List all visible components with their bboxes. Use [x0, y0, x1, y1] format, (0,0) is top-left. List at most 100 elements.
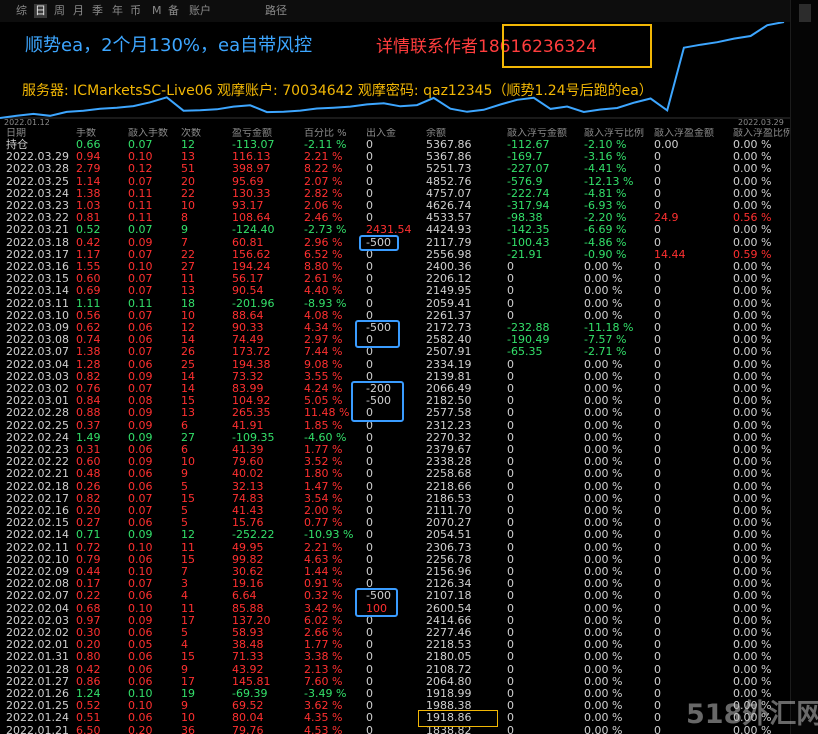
table-row[interactable]: 2022.02.23 0.31 0.06 6 41.39 1.77 % 0 2379.67 0 0… [0, 444, 790, 456]
table-row[interactable]: 2022.02.01 0.20 0.05 4 38.48 1.77 % 0 2218.53 0 0… [0, 639, 790, 651]
cell-8: 0.00 % [584, 565, 623, 578]
cell-3: 398.97 [232, 162, 271, 176]
cell-6: 4626.74 [426, 199, 472, 212]
cell-9: 0 [654, 552, 661, 566]
cell-10: 0.00 % [733, 491, 772, 505]
cell-5: 0 [366, 186, 373, 200]
table-row[interactable]: 2022.03.24 1.38 0.11 22 130.33 2.82 % 0 4757.07… [0, 186, 790, 200]
table-row[interactable]: 2022.03.14 0.69 0.07 13 90.54 4.40 % 0 2149.95 0… [0, 285, 790, 297]
tab-2[interactable]: 周 [54, 4, 65, 18]
table-row[interactable]: 2022.03.04 1.28 0.06 25 194.38 9.08 % 0 2334.19… [0, 358, 790, 371]
cell-10: 0.00 % [733, 199, 772, 212]
table-row[interactable]: 2022.03.15 0.60 0.07 11 56.17 2.61 % 0 2206.12 0… [0, 273, 790, 285]
row-date: 2022.03.21 [6, 223, 69, 237]
table-row[interactable]: 2022.02.17 0.82 0.07 15 74.83 3.54 % 0 2186.53 0… [0, 491, 790, 505]
tab-10[interactable]: 路径 [265, 4, 287, 18]
cell-8: 0.00 % [584, 674, 623, 688]
cell-4: 2.06 % [304, 199, 343, 212]
cell-6: 2258.68 [426, 467, 472, 481]
table-row[interactable]: 2022.03.25 1.14 0.07 20 95.69 2.07 % 0 4852.76 -… [0, 174, 790, 188]
vertical-scrollbar[interactable] [790, 0, 818, 734]
cell-3: 173.72 [232, 345, 271, 359]
table-row[interactable]: 2022.01.25 0.52 0.10 9 69.52 3.62 % 0 1988.38 0 0… [0, 700, 790, 712]
table-row[interactable]: 2022.03.11 1.11 0.11 18 -201.96 -8.93 % 0 2059.… [0, 297, 790, 310]
tab-0[interactable]: 综 [16, 4, 27, 18]
cell-0: 0.72 [76, 540, 101, 554]
cell-1: 0.09 [128, 235, 153, 249]
cell-3: 145.81 [232, 674, 271, 688]
cell-3: 43.92 [232, 662, 264, 676]
cell-8: 0.00 % [584, 479, 623, 493]
cell-9: 0 [654, 699, 661, 713]
table-row[interactable]: 2022.02.14 0.71 0.09 12 -252.22 -10.93 % 0 2054… [0, 529, 790, 541]
cell-9: 24.9 [654, 211, 679, 225]
table-row[interactable]: 2022.03.29 0.94 0.10 13 116.13 2.21 % 0 5367.86… [0, 151, 790, 163]
table-row[interactable]: 2022.02.02 0.30 0.06 5 58.93 2.66 % 0 2277.46 0 0… [0, 627, 790, 639]
cell-3: 95.69 [232, 174, 264, 188]
cell-2: 14 [181, 369, 195, 383]
table-row[interactable]: 2022.01.27 0.86 0.06 17 145.81 7.60 % 0 2064.80… [0, 674, 790, 688]
cell-4: 3.62 % [304, 699, 343, 713]
table-row[interactable]: 2022.01.26 1.24 0.10 19 -69.39 -3.49 % 0 1918.9… [0, 688, 790, 700]
table-row[interactable]: 2022.01.28 0.42 0.06 9 43.92 2.13 % 0 2108.72 0 0… [0, 662, 790, 676]
cell-1: 0.09 [128, 406, 153, 420]
cell-1: 0.07 [128, 345, 153, 359]
cell-4: 8.80 % [304, 260, 343, 273]
cell-2: 14 [181, 382, 195, 395]
cell-4: 4.34 % [304, 321, 343, 334]
cell-4: 2.00 % [304, 504, 343, 517]
cell-2: 12 [181, 528, 195, 542]
row-date: 2022.03.25 [6, 174, 69, 188]
table-row[interactable]: 2022.01.21 6.50 0.20 36 79.76 4.53 % 0 1838.82 0… [0, 724, 790, 734]
table-row[interactable]: 2022.02.22 0.60 0.09 10 79.60 3.52 % 0 2338.28 0… [0, 456, 790, 468]
cell-7: 0 [507, 382, 514, 395]
table-row[interactable]: 2022.03.07 1.38 0.07 26 173.72 7.44 % 0 2507.91… [0, 346, 790, 358]
table-row[interactable]: 2022.02.21 0.48 0.06 9 40.02 1.80 % 0 2258.68 0 0… [0, 468, 790, 480]
scrollbar-thumb[interactable] [799, 4, 811, 22]
cell-5: 0 [366, 528, 373, 542]
cell-3: 73.32 [232, 369, 264, 383]
cell-8: 0.00 % [584, 284, 623, 298]
table-row[interactable]: 2022.02.10 0.79 0.06 15 99.82 4.63 % 0 2256.78 0… [0, 552, 790, 566]
table-row[interactable]: 2022.02.18 0.26 0.06 5 32.13 1.47 % 0 2218.66 0 0… [0, 479, 790, 493]
cell-1: 0.07 [128, 272, 153, 286]
row-date: 2022.02.16 [6, 504, 69, 517]
tab-7[interactable]: M [152, 4, 162, 18]
cell-6: 2186.53 [426, 491, 472, 505]
cell-8: 0.00 % [584, 504, 623, 517]
table-row[interactable]: 2022.02.16 0.20 0.07 5 41.43 2.00 % 0 2111.70 0 0… [0, 505, 790, 517]
tab-3[interactable]: 月 [73, 4, 84, 18]
table-row[interactable]: 2022.02.24 1.49 0.09 27 -109.35 -4.60 % 0 2270.… [0, 431, 790, 444]
table-row[interactable]: 2022.02.11 0.72 0.10 11 49.95 2.21 % 0 2306.73 0… [0, 540, 790, 554]
table-row[interactable]: 2022.03.16 1.55 0.10 27 194.24 8.80 % 0 2400.36… [0, 261, 790, 273]
cell-0: 0.52 [76, 223, 101, 237]
cell-0: 0.88 [76, 406, 101, 420]
tab-5[interactable]: 年 [112, 4, 123, 18]
cell-7: -142.35 [507, 223, 550, 237]
cell-5: 0 [366, 211, 373, 225]
tab-8[interactable]: 备 [168, 4, 179, 18]
tab-6[interactable]: 币 [130, 4, 141, 18]
cell-7: -169.7 [507, 150, 543, 164]
table-row[interactable]: 2022.02.15 0.27 0.06 5 15.76 0.77 % 0 2070.27 0 0… [0, 517, 790, 529]
cell-0: 0.20 [76, 504, 101, 517]
cell-7: 0 [507, 589, 514, 603]
cell-2: 5 [181, 516, 188, 530]
cell-2: 11 [181, 601, 195, 615]
cell-0: 0.22 [76, 589, 101, 603]
cell-2: 15 [181, 491, 195, 505]
table-row[interactable]: 2022.03.28 2.79 0.12 51 398.97 8.22 % 0 5251.73… [0, 163, 790, 175]
cell-4: 6.52 % [304, 247, 343, 261]
cell-7: 0 [507, 577, 514, 591]
table-row[interactable]: 持仓 0.66 0.07 12 -113.07 -2.11 % 0 5367.86 -112.6… [0, 139, 790, 151]
cell-8: 0.00 % [584, 516, 623, 530]
table-row[interactable]: 2022.01.31 0.80 0.06 15 71.33 3.38 % 0 2180.05 0… [0, 651, 790, 663]
table-row[interactable]: 2022.02.09 0.44 0.10 7 30.62 1.44 % 0 2156.96 0 0… [0, 566, 790, 578]
cell-4: -3.49 % [304, 687, 347, 700]
tab-4[interactable]: 季 [92, 4, 103, 18]
tab-9[interactable]: 账户 [189, 4, 211, 18]
cell-2: 22 [181, 247, 195, 261]
tab-1[interactable]: 日 [34, 4, 47, 18]
cell-10: 0.00 % [733, 565, 772, 578]
table-row[interactable]: 2022.01.24 0.51 0.06 10 80.04 4.35 % 0 1918.86 0… [0, 712, 790, 724]
